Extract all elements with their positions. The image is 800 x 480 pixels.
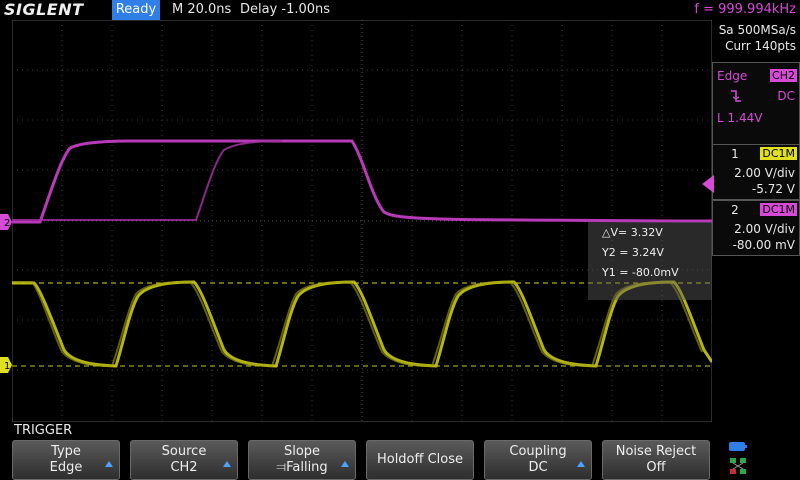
noise-reject-softkey-value: Off	[646, 460, 666, 475]
coupling-softkey[interactable]: Coupling DC	[484, 440, 592, 480]
slope-softkey[interactable]: Slope ⫤Falling	[248, 440, 356, 480]
cursor-delta-v: △V= 3.32V	[602, 226, 663, 239]
type-softkey-label: Type	[51, 444, 81, 459]
brand-logo: SIGLENT	[4, 0, 84, 19]
trigger-coupling: DC	[777, 89, 795, 103]
delay-readout[interactable]: Delay -1.00ns	[240, 0, 330, 20]
sample-rate: Sa 500MSa/s	[718, 23, 796, 37]
acquisition-status-badge[interactable]: Ready	[112, 0, 160, 20]
trigger-source-badge: CH2	[770, 69, 797, 82]
network-icon	[730, 458, 746, 474]
noise-reject-softkey-label: Noise Reject	[615, 444, 697, 459]
current-points: Curr 140pts	[725, 39, 796, 53]
holdoff-softkey[interactable]: Holdoff Close	[366, 440, 474, 480]
source-softkey[interactable]: Source CH2	[130, 440, 238, 480]
up-arrow-icon	[341, 461, 349, 467]
frequency-counter: f = 999.994kHz	[694, 2, 796, 17]
source-softkey-value: CH2	[170, 460, 198, 475]
noise-reject-softkey[interactable]: Noise Reject Off	[602, 440, 710, 480]
holdoff-softkey-label: Holdoff Close	[376, 452, 464, 467]
svg-text:2: 2	[4, 218, 10, 229]
right-info-panel: Sa 500MSa/s Curr 140pts Edge CH2 DC L 1.…	[702, 20, 800, 422]
cursor-y2-value: Y2 = 3.24V	[602, 246, 664, 259]
system-status-icons	[729, 442, 747, 474]
top-status-bar: SIGLENT Ready M 20.0ns Delay -1.00ns f =…	[0, 0, 800, 20]
trigger-type: Edge	[717, 69, 748, 83]
type-softkey-value: Edge	[49, 460, 83, 475]
up-arrow-icon	[105, 461, 113, 467]
slope-softkey-label: Slope	[283, 444, 321, 459]
coupling-softkey-value: DC	[528, 460, 548, 475]
up-arrow-icon	[223, 461, 231, 467]
channel-1-info-box[interactable]: 1 DC1M 2.00 V/div -5.72 V	[712, 144, 800, 200]
acquisition-info: Sa 500MSa/s Curr 140pts	[719, 22, 796, 54]
cursor-y1-value: Y1 = -80.0mV	[602, 266, 679, 279]
channel-1-coupling: DC1M	[760, 147, 797, 160]
channel-1-number: 1	[731, 147, 739, 161]
trigger-level-marker-icon[interactable]	[702, 175, 714, 193]
channel-2-vdiv: 2.00 V/div	[734, 222, 795, 236]
menu-title: TRIGGER	[14, 423, 73, 438]
falling-edge-icon	[731, 90, 741, 102]
channel-2-number: 2	[731, 203, 739, 217]
softkey-menu-bar: TRIGGER Type Edge Source CH2 Slope ⫤Fall…	[0, 422, 800, 480]
timebase-readout[interactable]: M 20.0ns	[172, 0, 231, 20]
svg-text:1: 1	[4, 361, 10, 372]
trigger-info-box[interactable]: Edge CH2 DC L 1.44V	[712, 62, 800, 148]
channel-1-offset: -5.72 V	[751, 182, 795, 196]
cursor-measurement-box: △V= 3.32V Y2 = 3.24V Y1 = -80.0mV	[588, 222, 712, 300]
channel-1-ground-marker[interactable]: 1	[0, 355, 12, 375]
battery-icon	[729, 442, 745, 451]
channel-2-offset: -80.00 mV	[732, 238, 795, 252]
slope-softkey-value: ⫤Falling	[276, 460, 328, 475]
channel-2-ground-marker[interactable]: 2	[0, 212, 12, 232]
coupling-softkey-label: Coupling	[509, 444, 567, 459]
channel-2-info-box[interactable]: 2 DC1M 2.00 V/div -80.00 mV	[712, 200, 800, 256]
waveform-display[interactable]	[12, 20, 712, 422]
channel-2-coupling: DC1M	[760, 203, 797, 216]
trigger-level: L 1.44V	[717, 111, 763, 125]
type-softkey[interactable]: Type Edge	[12, 440, 120, 480]
up-arrow-icon	[577, 461, 585, 467]
channel-1-vdiv: 2.00 V/div	[734, 166, 795, 180]
source-softkey-label: Source	[161, 444, 207, 459]
